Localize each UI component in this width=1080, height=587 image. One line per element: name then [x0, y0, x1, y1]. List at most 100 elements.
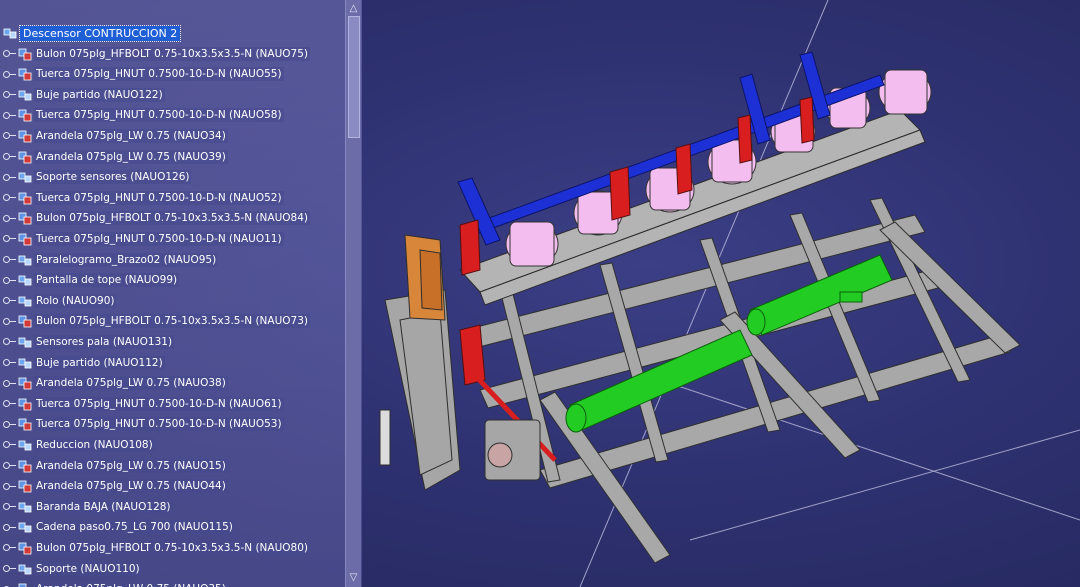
tree-connector-icon[interactable]	[0, 559, 18, 578]
tree-item-label[interactable]: Arandela 075plg_LW 0.75 (NAUO34)	[34, 128, 228, 143]
tree-item[interactable]: Buje partido (NAUO122)	[0, 85, 165, 104]
tree-item-label[interactable]: Bulon 075plg_HFBOLT 0.75-10x3.5x3.5-N (N…	[34, 540, 310, 555]
product-icon	[3, 28, 17, 39]
tree-item-label[interactable]: Buje partido (NAUO112)	[34, 355, 165, 370]
tree-item-label[interactable]: Reduccion (NAUO108)	[34, 437, 155, 452]
tree-item-label[interactable]: Buje partido (NAUO122)	[34, 87, 165, 102]
tree-item-label[interactable]: Arandela 075plg_LW 0.75 (NAUO35)	[34, 582, 228, 587]
tree-item[interactable]: Reduccion (NAUO108)	[0, 435, 155, 454]
tree-connector-icon[interactable]	[0, 353, 18, 372]
tree-connector-icon[interactable]	[0, 580, 18, 587]
tree-connector-icon[interactable]	[0, 435, 18, 454]
tree-item[interactable]: Tuerca 075plg_HNUT 0.7500-10-D-N (NAUO55…	[0, 65, 284, 84]
tree-item[interactable]: Arandela 075plg_LW 0.75 (NAUO15)	[0, 456, 228, 475]
tree-item-label[interactable]: Tuerca 075plg_HNUT 0.7500-10-D-N (NAUO53…	[34, 417, 284, 432]
tree-item[interactable]: Baranda BAJA (NAUO128)	[0, 497, 173, 516]
tree-connector-icon[interactable]	[0, 85, 18, 104]
tree-item-label[interactable]: Arandela 075plg_LW 0.75 (NAUO15)	[34, 458, 228, 473]
tree-connector-icon[interactable]	[0, 456, 18, 475]
tree-item[interactable]: Tuerca 075plg_HNUT 0.7500-10-D-N (NAUO61…	[0, 394, 284, 413]
tree-item[interactable]: Arandela 075plg_LW 0.75 (NAUO38)	[0, 374, 228, 393]
tree-item[interactable]: Arandela 075plg_LW 0.75 (NAUO39)	[0, 147, 228, 166]
product-icon	[18, 337, 32, 348]
part-icon	[18, 68, 32, 81]
tree-item-label[interactable]: Paralelogramo_Brazo02 (NAUO95)	[34, 252, 219, 267]
tree-connector-icon[interactable]	[0, 209, 18, 228]
tree-connector-icon[interactable]	[0, 271, 18, 290]
tree-item-label[interactable]: Soporte sensores (NAUO126)	[34, 170, 192, 185]
scroll-up-icon[interactable]: △	[346, 2, 361, 16]
tree-item-label[interactable]: Tuerca 075plg_HNUT 0.7500-10-D-N (NAUO61…	[34, 396, 284, 411]
tree-connector-icon[interactable]	[0, 229, 18, 248]
part-icon	[18, 109, 32, 122]
tree-connector-icon[interactable]	[0, 312, 18, 331]
part-icon	[18, 460, 32, 472]
tree-connector-icon[interactable]	[0, 168, 18, 187]
tree-item[interactable]: Tuerca 075plg_HNUT 0.7500-10-D-N (NAUO11…	[0, 229, 284, 248]
product-icon	[18, 296, 32, 307]
tree-connector-icon[interactable]	[0, 65, 18, 84]
tree-item-label[interactable]: Bulon 075plg_HFBOLT 0.75-10x3.5x3.5-N (N…	[34, 314, 310, 329]
tree-item-label[interactable]: Bulon 075plg_HFBOLT 0.75-10x3.5x3.5-N (N…	[34, 211, 310, 226]
tree-item[interactable]: Paralelogramo_Brazo02 (NAUO95)	[0, 250, 219, 269]
tree-connector-icon[interactable]	[0, 250, 18, 269]
tree-item[interactable]: Soporte (NAUO110)	[0, 559, 142, 578]
tree-item-label[interactable]: Soporte (NAUO110)	[34, 561, 142, 576]
tree-connector-icon[interactable]	[0, 291, 18, 310]
tree-connector-icon[interactable]	[0, 106, 18, 125]
tree-connector-icon[interactable]	[0, 374, 18, 393]
tree-item[interactable]: Arandela 075plg_LW 0.75 (NAUO34)	[0, 126, 228, 145]
tree-connector-icon[interactable]	[0, 415, 18, 434]
part-icon	[18, 398, 32, 411]
tree-connector-icon[interactable]	[0, 394, 18, 413]
tree-item-label[interactable]: Tuerca 075plg_HNUT 0.7500-10-D-N (NAUO11…	[34, 231, 284, 246]
tree-connector-icon[interactable]	[0, 126, 18, 145]
part-icon	[18, 418, 32, 431]
tree-item[interactable]: Bulon 075plg_HFBOLT 0.75-10x3.5x3.5-N (N…	[0, 209, 310, 228]
tree-connector-icon[interactable]	[0, 518, 18, 537]
tree-connector-icon[interactable]	[0, 147, 18, 166]
tree-scrollbar[interactable]: △ ▽	[345, 0, 361, 587]
tree-item[interactable]: Bulon 075plg_HFBOLT 0.75-10x3.5x3.5-N (N…	[0, 538, 310, 557]
product-icon	[18, 275, 32, 286]
tree-item-label[interactable]: Cadena paso0.75_LG 700 (NAUO115)	[34, 520, 235, 535]
tree-connector-icon[interactable]	[0, 332, 18, 351]
tree-item[interactable]: Soporte sensores (NAUO126)	[0, 168, 192, 187]
tree-item[interactable]: Rolo (NAUO90)	[0, 291, 117, 310]
tree-item-label[interactable]: Bulon 075plg_HFBOLT 0.75-10x3.5x3.5-N (N…	[34, 46, 310, 61]
product-icon	[18, 255, 32, 265]
tree-item-label[interactable]: Tuerca 075plg_HNUT 0.7500-10-D-N (NAUO58…	[34, 108, 284, 123]
tree-root-label[interactable]: Descensor CONTRUCCION 2	[18, 24, 182, 42]
tree-item[interactable]: Tuerca 075plg_HNUT 0.7500-10-D-N (NAUO52…	[0, 188, 284, 207]
tree-connector-icon[interactable]	[0, 497, 18, 516]
tree-item[interactable]: Sensores pala (NAUO131)	[0, 332, 175, 351]
assembly-model[interactable]	[379, 51, 1021, 564]
tree-item-label[interactable]: Arandela 075plg_LW 0.75 (NAUO38)	[34, 376, 228, 391]
tree-item[interactable]: Buje partido (NAUO112)	[0, 353, 165, 372]
tree-item[interactable]: Tuerca 075plg_HNUT 0.7500-10-D-N (NAUO58…	[0, 106, 284, 125]
tree-item[interactable]: Cadena paso0.75_LG 700 (NAUO115)	[0, 518, 235, 537]
tree-item[interactable]: Pantalla de tope (NAUO99)	[0, 271, 180, 290]
tree-item-label[interactable]: Tuerca 075plg_HNUT 0.7500-10-D-N (NAUO55…	[34, 67, 284, 82]
tree-connector-icon[interactable]	[0, 538, 18, 557]
tree-item[interactable]: Bulon 075plg_HFBOLT 0.75-10x3.5x3.5-N (N…	[0, 44, 310, 63]
tree-item-label[interactable]: Pantalla de tope (NAUO99)	[34, 273, 180, 288]
tree-item-label[interactable]: Arandela 075plg_LW 0.75 (NAUO39)	[34, 149, 228, 164]
tree-connector-icon[interactable]	[0, 44, 18, 63]
tree-item[interactable]: Arandela 075plg_LW 0.75 (NAUO35)	[0, 580, 228, 587]
tree-root[interactable]: Descensor CONTRUCCION 2	[3, 24, 182, 42]
tree-item-label[interactable]: Tuerca 075plg_HNUT 0.7500-10-D-N (NAUO52…	[34, 190, 284, 205]
tree-item-label[interactable]: Baranda BAJA (NAUO128)	[34, 499, 173, 514]
product-icon	[18, 564, 32, 574]
tree-connector-icon[interactable]	[0, 188, 18, 207]
tree-item-label[interactable]: Rolo (NAUO90)	[34, 293, 117, 308]
tree-connector-icon[interactable]	[0, 477, 18, 496]
scroll-down-icon[interactable]: ▽	[346, 571, 361, 585]
tree-item[interactable]: Bulon 075plg_HFBOLT 0.75-10x3.5x3.5-N (N…	[0, 312, 310, 331]
specification-tree[interactable]: Descensor CONTRUCCION 2 Bulon 075plg_HFB…	[0, 0, 362, 587]
tree-item-label[interactable]: Arandela 075plg_LW 0.75 (NAUO44)	[34, 479, 228, 494]
tree-item[interactable]: Tuerca 075plg_HNUT 0.7500-10-D-N (NAUO53…	[0, 415, 284, 434]
scroll-thumb[interactable]	[348, 16, 360, 138]
tree-item-label[interactable]: Sensores pala (NAUO131)	[34, 334, 175, 349]
tree-item[interactable]: Arandela 075plg_LW 0.75 (NAUO44)	[0, 477, 228, 496]
